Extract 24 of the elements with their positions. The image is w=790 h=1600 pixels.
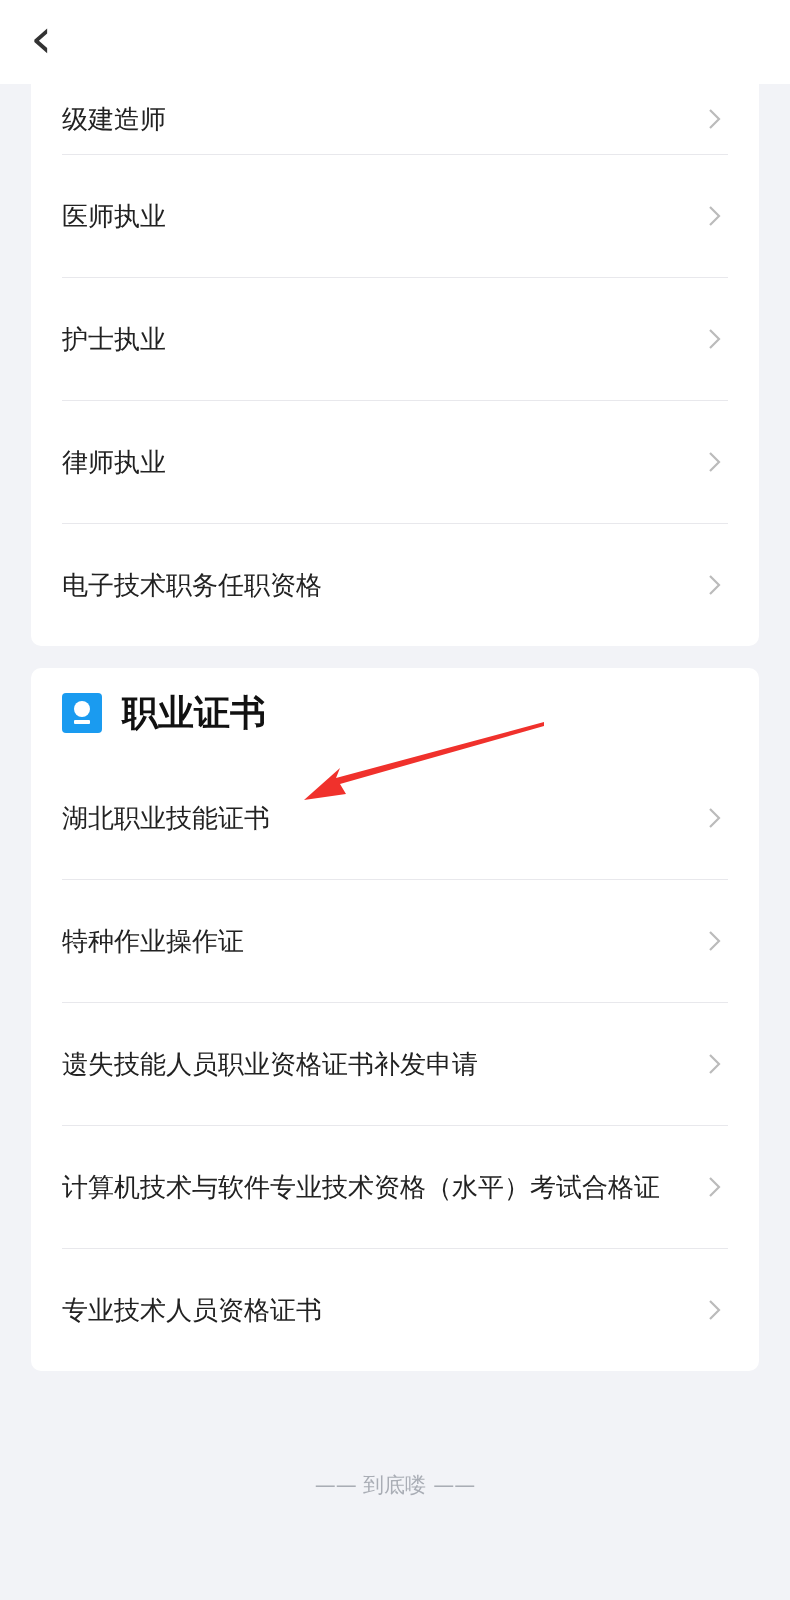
list-item[interactable]: 电子技术职务任职资格 (62, 523, 728, 646)
list-item[interactable]: 计算机技术与软件专业技术资格（水平）考试合格证 (62, 1125, 728, 1248)
chevron-icon (708, 108, 722, 130)
chevron-icon (708, 574, 722, 596)
chevron-icon (708, 1176, 722, 1198)
chevron-icon (708, 930, 722, 952)
chevron-icon (708, 328, 722, 350)
back-button[interactable]: ‹ (30, 10, 53, 66)
chevron-icon (708, 806, 722, 829)
certificate-icon (62, 693, 102, 733)
end-of-list-text: —— 到底喽 —— (314, 1473, 476, 1497)
list-item[interactable]: 律师执业 (62, 400, 728, 523)
section-title: 职业证书 (122, 690, 266, 735)
list-item[interactable]: 特种作业操作证 (62, 879, 728, 1002)
list-item[interactable]: 遗失技能人员职业资格证书补发申请 (62, 1002, 728, 1125)
list-item[interactable]: 护士执业 (62, 277, 728, 400)
chevron-icon (708, 451, 722, 473)
list-item[interactable]: 医师执业 (62, 154, 728, 277)
list-item[interactable]: 专业技术人员资格证书 (62, 1248, 728, 1371)
chevron-icon (708, 1299, 722, 1321)
chevron-icon (708, 205, 722, 227)
chevron-icon (708, 1053, 722, 1075)
list-item[interactable]: 湖北职业技能证书 (62, 756, 728, 879)
list-item[interactable]: 级建造师 (62, 84, 728, 154)
